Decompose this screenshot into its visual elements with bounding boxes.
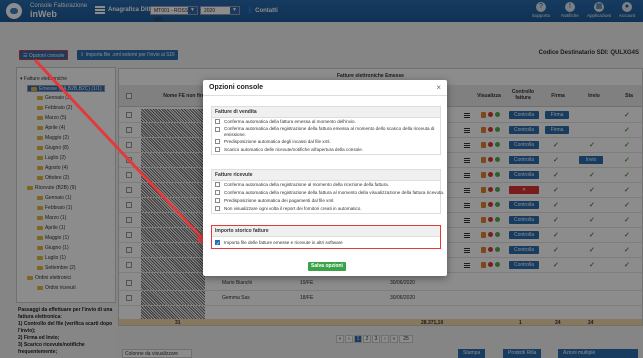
- section-ricevute-title: Fatture ricevute: [212, 170, 440, 181]
- option-label: Scarico automatico delle ricevute/notifi…: [224, 147, 364, 152]
- option-checkbox[interactable]: [215, 147, 220, 152]
- section-fatture-ricevute: Fatture ricevute Conferma automatica del…: [211, 169, 444, 214]
- option-label: Importa file delle fatture emesse e rice…: [224, 240, 343, 245]
- section-vendita-title: Fatture di vendita: [212, 107, 440, 118]
- salva-opzioni-button[interactable]: Salva opzioni: [308, 262, 346, 271]
- option-label: Conferma automatica della fattura emessa…: [224, 119, 356, 124]
- option-row[interactable]: Predisposizione automatica degli incassi…: [212, 138, 440, 146]
- option-row[interactable]: Scarico automatico delle ricevute/notifi…: [212, 146, 440, 154]
- option-label: Predisposizione automatica dei pagamenti…: [224, 198, 335, 203]
- option-row[interactable]: Conferma automatica della registrazione …: [212, 189, 444, 197]
- option-row[interactable]: Importa file delle fatture emesse e rice…: [212, 237, 440, 250]
- arrow-line: [33, 58, 206, 242]
- option-row[interactable]: Non visualizzare ogni volta il report de…: [212, 205, 440, 213]
- option-label: Non visualizzare ogni volta il report de…: [224, 206, 362, 211]
- option-label: Conferma automatica della registrazione …: [224, 126, 435, 137]
- option-checkbox[interactable]: [215, 198, 220, 203]
- option-row[interactable]: Conferma automatica della registrazione …: [212, 126, 440, 138]
- option-checkbox[interactable]: [215, 182, 220, 187]
- option-checkbox[interactable]: [215, 190, 220, 195]
- option-checkbox[interactable]: [215, 119, 220, 124]
- option-row[interactable]: Predisposizione automatica dei pagamenti…: [212, 197, 440, 205]
- section-storico-title: Importo storico fatture: [212, 226, 440, 237]
- section-importo-storico: Importo storico fatture Importa file del…: [211, 225, 441, 250]
- option-row[interactable]: Conferma automatica della registrazione …: [212, 181, 440, 189]
- option-checkbox[interactable]: [215, 127, 220, 132]
- option-label: Conferma automatica della registrazione …: [224, 182, 389, 187]
- option-label: Predisposizione automatica degli incassi…: [224, 139, 331, 144]
- option-row[interactable]: Conferma automatica della fattura emessa…: [212, 118, 440, 126]
- option-checkbox[interactable]: [215, 206, 220, 211]
- close-icon[interactable]: ×: [436, 83, 441, 92]
- option-checkbox[interactable]: [215, 139, 220, 144]
- modal-divider: [203, 95, 447, 96]
- modal-title: Opzioni console: [209, 84, 264, 91]
- option-label: Conferma automatica della registrazione …: [224, 190, 445, 195]
- opzioni-console-modal: Opzioni console × Fatture di vendita Con…: [203, 80, 447, 276]
- section-fatture-vendita: Fatture di vendita Conferma automatica d…: [211, 106, 441, 155]
- option-checkbox-checked[interactable]: [215, 239, 220, 250]
